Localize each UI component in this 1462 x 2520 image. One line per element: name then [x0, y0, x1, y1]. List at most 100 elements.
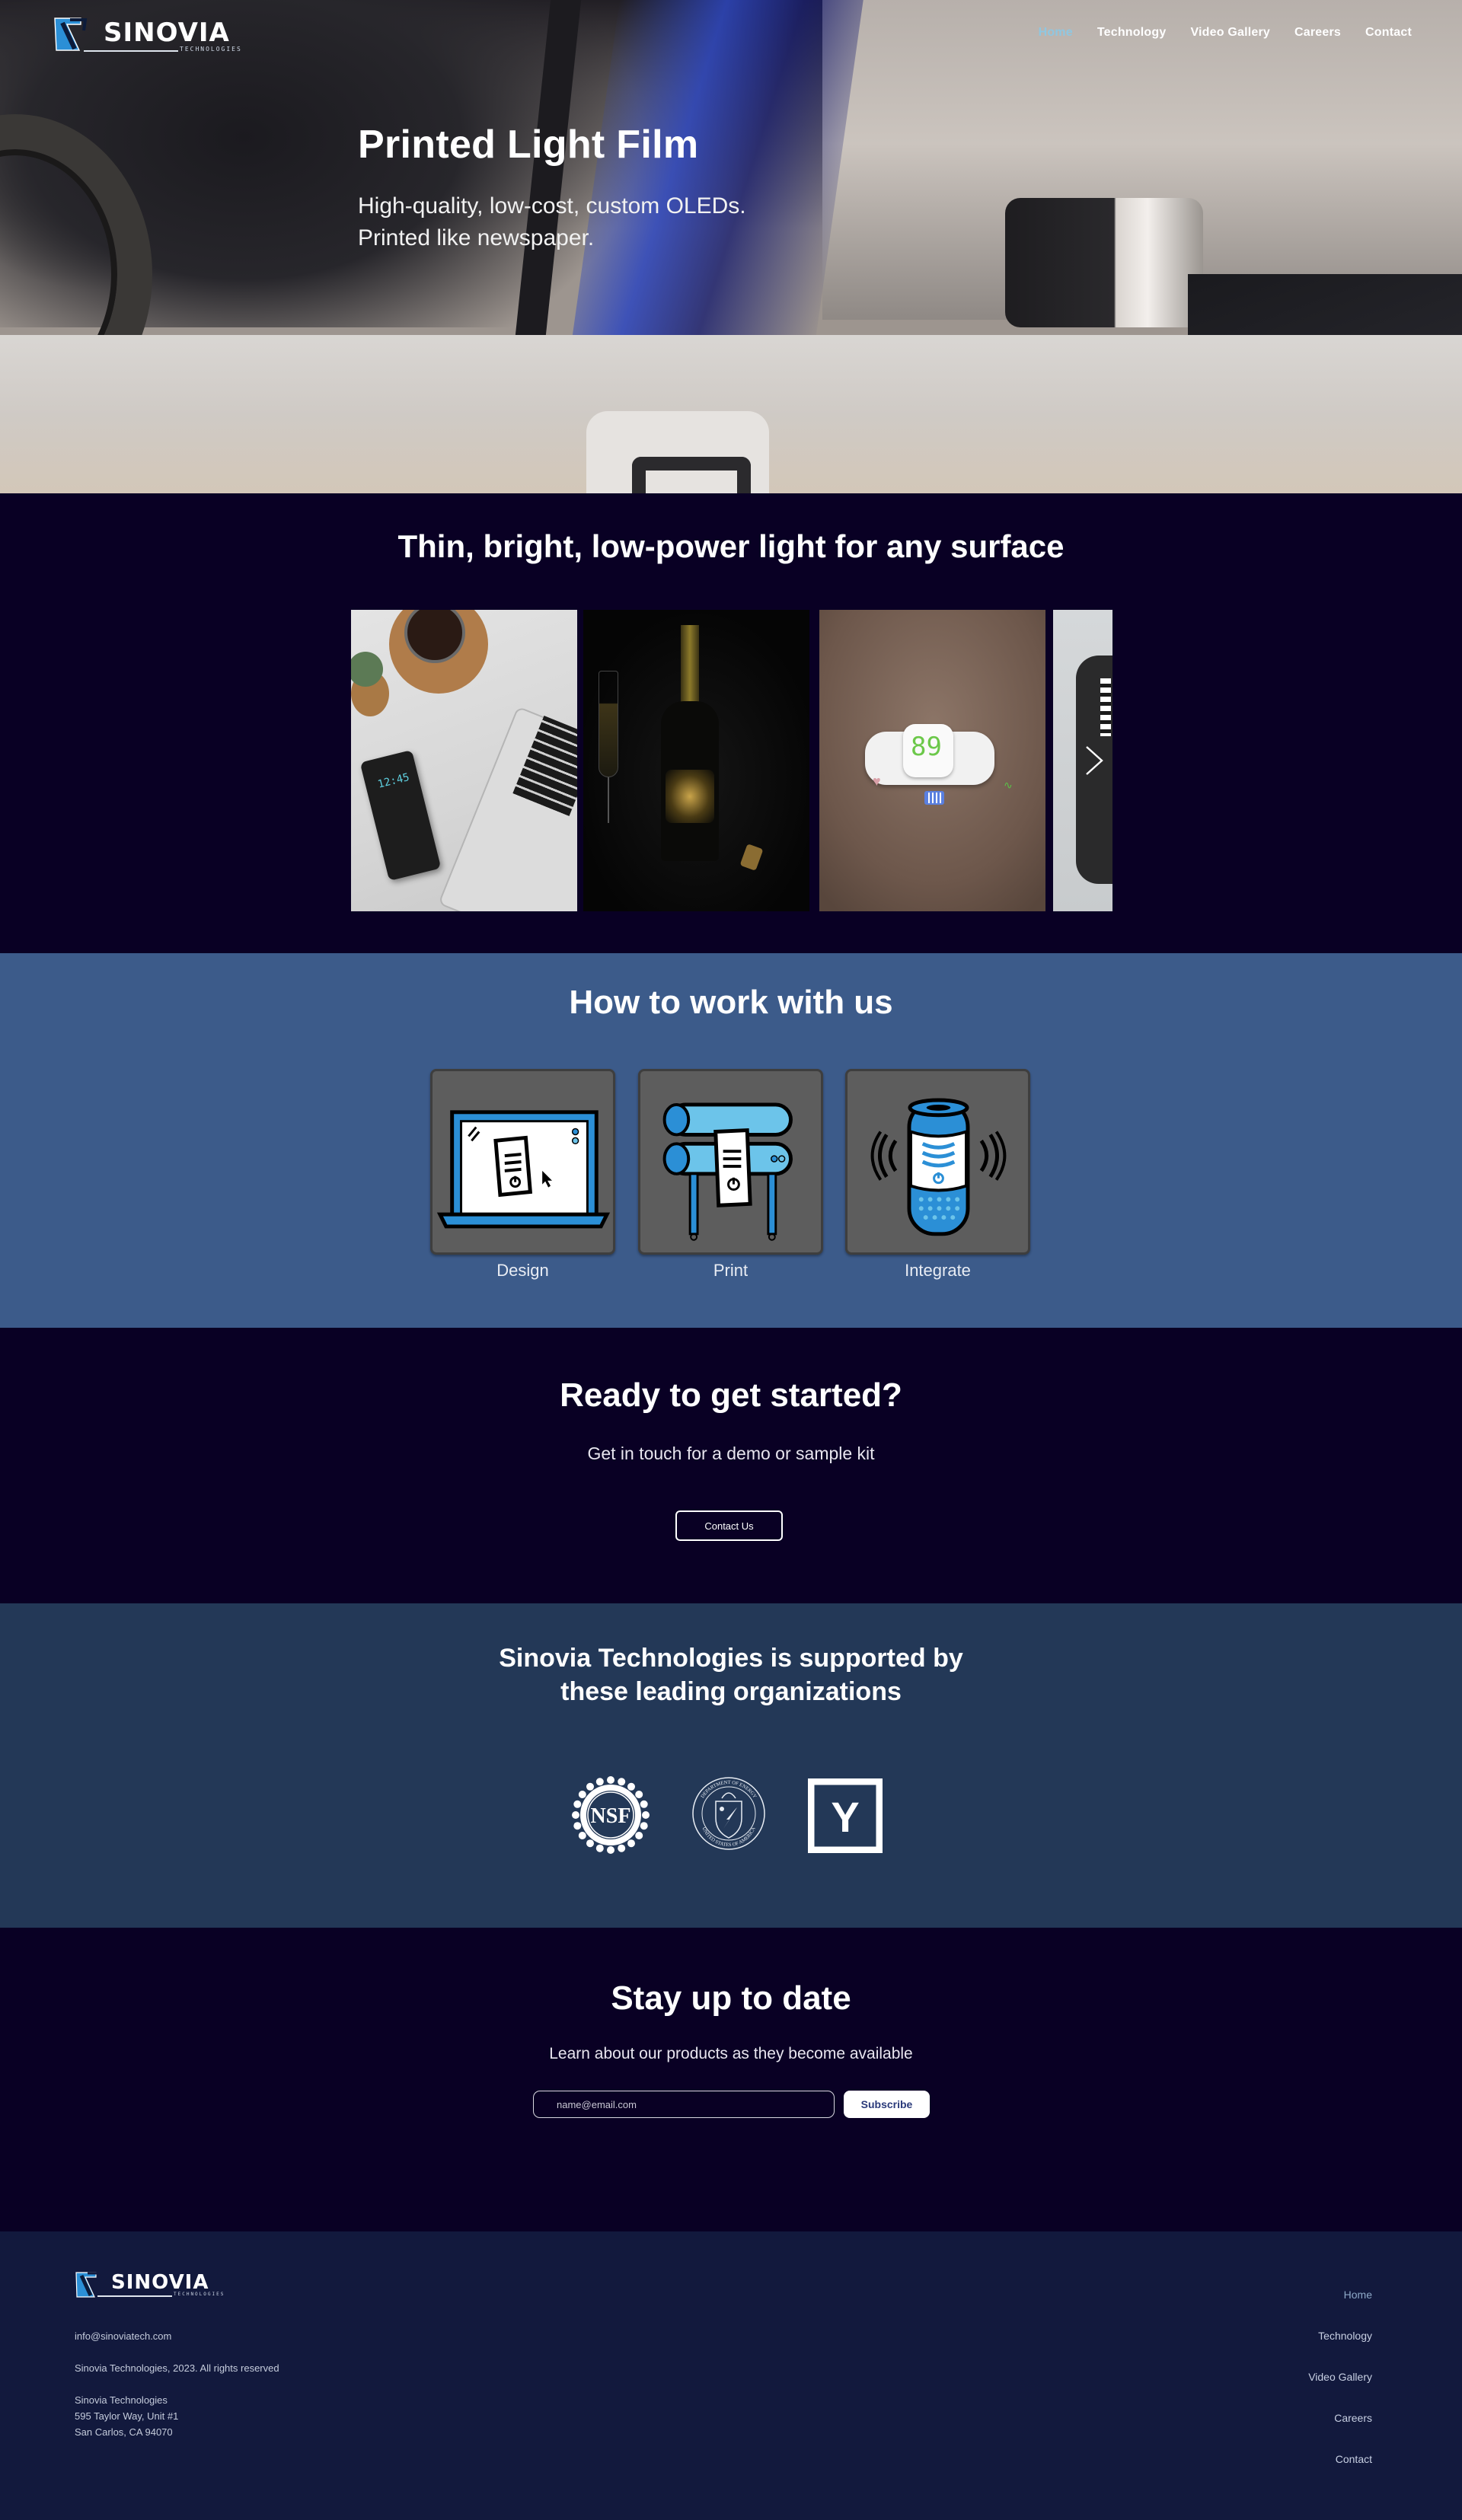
sinovia-logo-icon: [54, 18, 88, 51]
footer-nav-careers[interactable]: Careers: [1308, 2411, 1372, 2452]
nav-contact[interactable]: Contact: [1365, 26, 1412, 40]
patch-pulse-icon: ∿: [1004, 779, 1013, 791]
doe-ring-bottom-text: UNITED STATES OF AMERICA: [701, 1826, 756, 1848]
nsf-gear-tooth: [586, 1839, 594, 1848]
footer-address-line: San Carlos, CA 94070: [75, 2426, 173, 2438]
glass-image: [599, 671, 618, 777]
sinovia-logo-icon: [75, 2272, 101, 2298]
site-footer: SINOVIA TECHNOLOGIES info@sinoviatech.co…: [0, 2231, 1462, 2520]
hero-title: Printed Light Film: [358, 123, 699, 167]
footer-nav-video-gallery[interactable]: Video Gallery: [1308, 2370, 1372, 2411]
nsf-gear-tooth: [618, 1778, 626, 1786]
nsf-gear-tooth: [573, 1800, 582, 1808]
carousel-slide[interactable]: 89 ♥ ∿: [819, 610, 1045, 911]
subscribe-button[interactable]: Subscribe: [844, 2091, 930, 2118]
nsf-gear-tooth: [586, 1782, 594, 1791]
footer-address-line: 595 Taylor Way, Unit #1: [75, 2410, 179, 2422]
cta-section: Ready to get started? Get in touch for a…: [0, 1328, 1462, 1603]
device-indicator-lights: [1100, 678, 1111, 736]
design-step-card[interactable]: [430, 1069, 615, 1255]
bottle-neck-image: [681, 625, 699, 709]
printer-rollers-icon: [662, 1102, 793, 1241]
patch-display-value: 89: [911, 732, 942, 762]
nsf-gear-tooth: [573, 1822, 582, 1830]
newsletter-title: Stay up to date: [611, 1979, 851, 2017]
nav-home[interactable]: Home: [1039, 26, 1073, 40]
smart-speaker-icon: [870, 1098, 1007, 1236]
contact-us-button[interactable]: Contact Us: [675, 1510, 783, 1541]
hero-background-slot: [586, 411, 769, 493]
y-combinator-logo[interactable]: Y: [807, 1778, 883, 1854]
nsf-gear-tooth: [578, 1832, 586, 1839]
patch-battery-icon: [924, 791, 944, 805]
footer-logo[interactable]: SINOVIA TECHNOLOGIES: [75, 2271, 223, 2298]
patch-heart-icon: ♥: [873, 774, 881, 789]
hero-background-film: [568, 0, 863, 365]
footer-logo-tagline: TECHNOLOGIES: [174, 2292, 225, 2297]
footer-address-line: Sinovia Technologies: [75, 2394, 168, 2406]
hero-background-spool: [1005, 198, 1203, 327]
y-combinator-icon: Y: [807, 1778, 883, 1854]
supporters-title-line2: these leading organizations: [560, 1677, 902, 1706]
nsf-gear-tooth: [578, 1791, 586, 1798]
chevron-right-icon[interactable]: [1082, 744, 1105, 777]
doe-logo[interactable]: DEPARTMENT OF ENERGY UNITED STATES OF AM…: [691, 1775, 766, 1852]
nsf-gear-tooth: [607, 1846, 614, 1854]
logo-tagline: TECHNOLOGIES: [180, 46, 242, 53]
nsf-label: NSF: [591, 1804, 631, 1828]
nsf-gear-tooth: [627, 1782, 635, 1791]
print-step-card[interactable]: [638, 1069, 823, 1255]
nsf-icon: NSF: [572, 1776, 650, 1854]
nsf-gear-tooth: [618, 1844, 626, 1852]
newsletter-subtitle: Learn about our products as they become …: [549, 2045, 913, 2062]
supporters-title: Sinovia Technologies is supported by the…: [0, 1641, 1462, 1708]
nsf-gear-tooth: [642, 1811, 650, 1819]
footer-copyright: Sinovia Technologies, 2023. All rights r…: [75, 2362, 279, 2374]
work-title: How to work with us: [569, 984, 893, 1021]
integrate-step-card[interactable]: [845, 1069, 1030, 1255]
logo-wordmark: SINOVIA: [104, 18, 230, 48]
nsf-gear-tooth: [627, 1839, 635, 1848]
showcase-title: Thin, bright, low-power light for any su…: [397, 528, 1065, 564]
department-of-energy-seal-icon: DEPARTMENT OF ENERGY UNITED STATES OF AM…: [692, 1777, 765, 1850]
cork-image: [739, 844, 764, 871]
carousel-slide[interactable]: 12:45: [351, 610, 577, 911]
footer-nav-contact[interactable]: Contact: [1308, 2452, 1372, 2493]
nsf-gear-tooth: [635, 1791, 643, 1798]
carousel-slide[interactable]: [583, 610, 809, 911]
svg-text:UNITED STATES OF AMERICA: UNITED STATES OF AMERICA: [701, 1826, 756, 1848]
showcase-section: Thin, bright, low-power light for any su…: [0, 493, 1462, 953]
footer-email-link[interactable]: info@sinoviatech.com: [75, 2328, 171, 2344]
nav-careers[interactable]: Careers: [1294, 26, 1341, 40]
print-step-label: Print: [713, 1261, 749, 1280]
nsf-gear-tooth: [572, 1811, 579, 1819]
newsletter-section: Stay up to date Learn about our products…: [0, 1928, 1462, 2231]
bottle-label-glow: [666, 770, 714, 823]
nsf-gear-tooth: [607, 1776, 614, 1784]
main-nav: Home Technology Video Gallery Careers Co…: [1014, 26, 1412, 40]
hero-subtitle: High-quality, low-cost, custom OLEDs. Pr…: [358, 193, 746, 250]
nsf-gear-tooth: [595, 1844, 604, 1852]
nav-technology[interactable]: Technology: [1097, 26, 1167, 40]
header-logo[interactable]: SINOVIA TECHNOLOGIES: [53, 17, 251, 55]
nsf-gear-tooth: [640, 1822, 648, 1830]
phone-clock-display: 12:45: [376, 771, 411, 791]
patch-top-image: 89: [903, 724, 953, 777]
nav-video-gallery[interactable]: Video Gallery: [1190, 26, 1270, 40]
cta-title: Ready to get started?: [560, 1376, 902, 1414]
work-section: How to work with us Design Print Integra…: [0, 953, 1462, 1328]
nsf-gear-tooth: [595, 1778, 604, 1786]
nsf-gear-tooth: [640, 1800, 648, 1808]
supporters-section: Sinovia Technologies is supported by the…: [0, 1603, 1462, 1928]
email-input[interactable]: [533, 2091, 835, 2118]
product-carousel[interactable]: 12:45 89 ♥ ∿: [351, 610, 1112, 911]
footer-nav-technology[interactable]: Technology: [1308, 2329, 1372, 2370]
glass-stem-image: [608, 777, 609, 823]
logo-underline: [84, 50, 178, 52]
phone-case-image: 12:45: [359, 749, 442, 882]
integrate-step-label: Integrate: [905, 1261, 971, 1280]
footer-logo-wordmark: SINOVIA: [111, 2271, 209, 2294]
nsf-logo[interactable]: NSF: [571, 1775, 650, 1855]
footer-nav-home[interactable]: Home: [1308, 2288, 1372, 2329]
cta-subtitle: Get in touch for a demo or sample kit: [587, 1443, 875, 1463]
